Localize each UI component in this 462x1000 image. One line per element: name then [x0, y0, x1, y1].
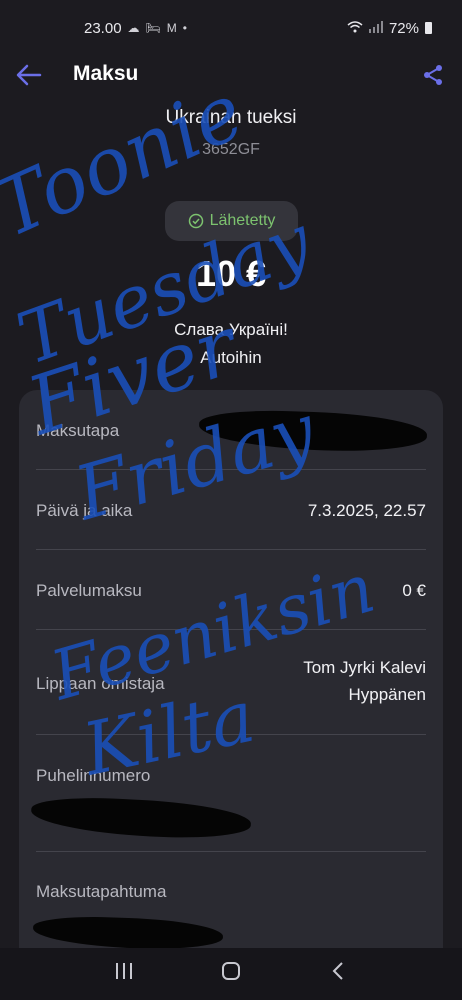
service-fee-value: 0 € [402, 581, 426, 600]
service-fee-label: Palvelumaksu [36, 581, 142, 600]
status-badge: Lähetetty [165, 201, 298, 241]
product-name: Ukrainan tueksi [165, 107, 297, 128]
home-icon [221, 962, 240, 980]
wifi-icon [347, 20, 363, 36]
app-bar: Maksu [0, 56, 462, 94]
message-line-1: Слава Україні! [174, 320, 288, 339]
redacted-payment-method [198, 408, 428, 454]
mail-icon: M [166, 21, 177, 35]
divider [36, 549, 426, 550]
message: Слава Україні! Autoihin [0, 316, 462, 372]
message-line-2: Autoihin [200, 348, 262, 367]
home-button[interactable] [211, 961, 251, 987]
phone-label: Puhelinnumero [36, 766, 151, 785]
divider [36, 629, 426, 630]
status-left: 23.00 ☁ 🛏 M • [84, 20, 187, 37]
dot-icon: • [182, 21, 187, 35]
owner-label: Lippaan omistaja [36, 674, 165, 693]
battery-percent: 72% [388, 19, 419, 37]
status-right: 72% [347, 20, 432, 37]
cloud-icon: ☁ [127, 21, 140, 35]
amount: 10 € [195, 253, 267, 294]
share-button[interactable] [418, 59, 448, 91]
datetime-label: Päivä ja aika [36, 501, 133, 520]
chevron-left-icon [332, 962, 344, 980]
bed-icon: 🛏 [145, 21, 161, 35]
status-bar: 23.00 ☁ 🛏 M • 72% [0, 0, 462, 56]
back-button[interactable] [14, 58, 44, 92]
clock: 23.00 [84, 19, 122, 37]
redacted-phone-number [30, 794, 252, 842]
owner-value-line-1: Tom Jyrki Kalevi [303, 658, 426, 677]
system-nav-bar [0, 948, 462, 1000]
redacted-transaction [32, 914, 224, 952]
signal-icon [368, 20, 383, 36]
arrow-left-icon [16, 64, 42, 86]
divider [36, 734, 426, 735]
details-card: Maksutapa Päivä ja aika 7.3.2025, 22.57 … [19, 390, 443, 970]
recent-apps-icon [115, 963, 132, 979]
page-title: Maksu [73, 62, 139, 85]
owner-value-line-2: Hyppänen [348, 685, 426, 704]
divider [36, 851, 426, 852]
back-nav-button[interactable] [318, 961, 358, 987]
transaction-label: Maksutapahtuma [36, 882, 167, 901]
divider [36, 469, 426, 470]
recent-apps-button[interactable] [104, 962, 144, 986]
product-code: 3652GF [202, 141, 260, 158]
check-circle-icon [188, 213, 203, 229]
ticket-header: Ukrainan tueksi 3652GF [0, 104, 462, 161]
status-text: Lähetetty [209, 212, 276, 229]
datetime-value: 7.3.2025, 22.57 [307, 501, 426, 520]
payment-method-label: Maksutapa [36, 421, 120, 440]
battery-icon [425, 22, 432, 34]
share-icon [424, 65, 442, 85]
